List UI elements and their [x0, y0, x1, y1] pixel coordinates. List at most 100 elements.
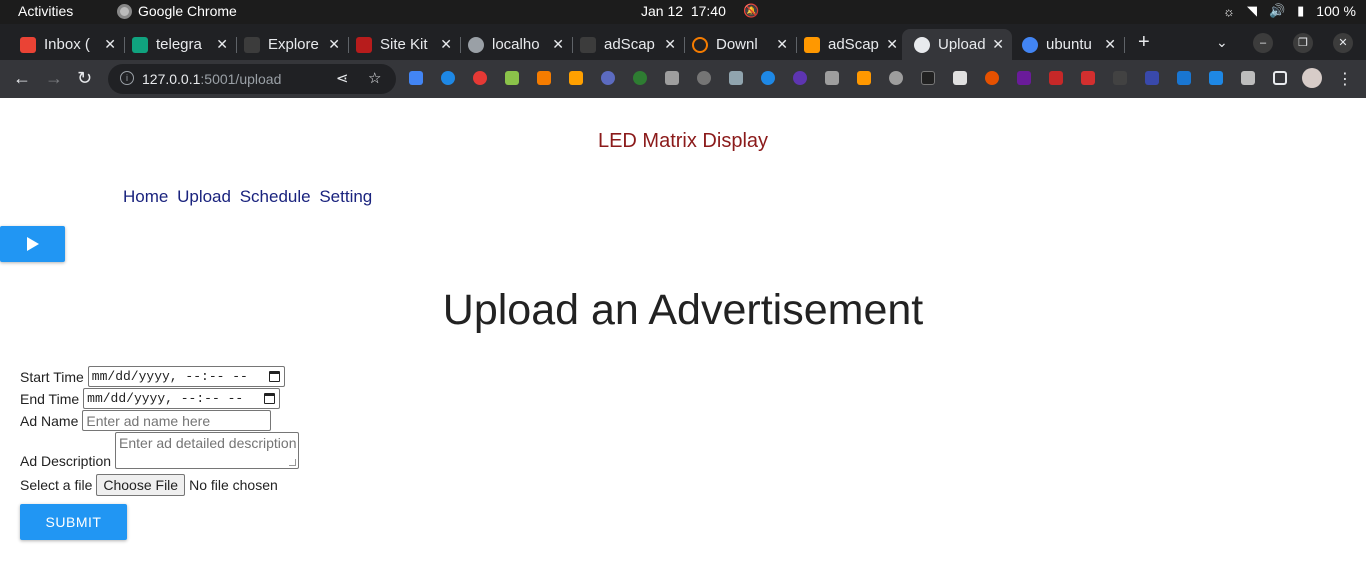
nav-link-upload[interactable]: Upload — [177, 187, 231, 206]
tab[interactable]: ubuntu ✕ — [1012, 29, 1125, 60]
google-icon — [1022, 36, 1038, 53]
clock[interactable]: Jan 12 17:40 — [641, 3, 726, 19]
globe-icon — [468, 36, 484, 53]
camera-extension-icon[interactable] — [665, 71, 679, 85]
address-bar[interactable]: i 127.0.0.1:5001/upload ⋖ ☆ — [108, 64, 396, 94]
start-time-input[interactable]: mm/dd/yyyy, --:-- -- — [87, 366, 285, 387]
u-extension-icon[interactable] — [1209, 71, 1223, 85]
end-time-input[interactable]: mm/dd/yyyy, --:-- -- — [83, 388, 281, 409]
close-icon[interactable]: ✕ — [992, 36, 1004, 53]
browser-toolbar: ← → ↻ i 127.0.0.1:5001/upload ⋖ ☆ ⋮ — [0, 60, 1366, 98]
activities-button[interactable]: Activities — [18, 3, 73, 19]
share-icon[interactable]: ⋖ — [336, 69, 349, 87]
drop-extension-icon[interactable] — [697, 71, 711, 85]
ad-name-input[interactable]: Enter ad name here — [82, 410, 272, 431]
youtube-extension-icon[interactable] — [1081, 71, 1095, 85]
battery-icon: ▮ — [1297, 3, 1305, 18]
chrome-icon — [117, 3, 132, 19]
chrome-menu-icon[interactable]: ⋮ — [1337, 69, 1353, 89]
start-time-value: mm/dd/yyyy, --:-- -- — [91, 369, 248, 384]
close-icon[interactable]: ✕ — [664, 36, 676, 53]
gear-extension-icon[interactable] — [601, 71, 615, 85]
purple-extension-icon[interactable] — [793, 71, 807, 85]
tag-extension-icon[interactable] — [1177, 71, 1191, 85]
tab[interactable]: localho ✕ — [460, 29, 573, 60]
tab-title: telegra — [156, 36, 202, 53]
start-time-row: Start Time mm/dd/yyyy, --:-- -- — [20, 366, 285, 387]
ad-description-label: Ad Description — [20, 453, 112, 469]
globe-extension-icon[interactable] — [441, 71, 455, 85]
blue-extension-icon[interactable] — [761, 71, 775, 85]
puzzle-extensions-icon[interactable] — [1241, 71, 1255, 85]
grammarly-extension-icon[interactable] — [857, 71, 871, 85]
tab[interactable]: Inbox (✕ — [12, 29, 125, 60]
tab-title: Downl — [716, 36, 758, 53]
tab-active[interactable]: Upload ✕ — [902, 29, 1012, 60]
url-path: :5001/upload — [200, 71, 282, 87]
close-icon[interactable]: ✕ — [328, 36, 340, 53]
indigo-extension-icon[interactable] — [1145, 71, 1159, 85]
restore-icon[interactable]: ❐ — [1293, 33, 1313, 53]
close-icon[interactable]: ✕ — [1104, 36, 1116, 53]
nav-link-home[interactable]: Home — [123, 187, 168, 206]
tab-separator — [1124, 37, 1125, 53]
tab[interactable]: Explore ✕ — [236, 29, 349, 60]
minimize-icon[interactable]: – — [1253, 33, 1273, 53]
qr-extension-icon[interactable] — [953, 71, 967, 85]
close-icon[interactable]: ✕ — [440, 36, 452, 53]
system-tray[interactable]: ☼ ◥ 🔊 ▮ 100 % — [1223, 3, 1356, 19]
bookmark-star-icon[interactable]: ☆ — [368, 69, 381, 87]
tab-search-icon[interactable]: ⌄ — [1216, 34, 1228, 51]
tab[interactable]: adScap ✕ — [796, 29, 906, 60]
back-icon[interactable]: ← — [13, 68, 31, 89]
site-info-icon[interactable]: i — [120, 71, 134, 85]
tab[interactable]: telegra ✕ — [124, 29, 237, 60]
time-text: 17:40 — [690, 3, 726, 19]
close-icon[interactable]: ✕ — [886, 36, 898, 53]
site-nav: Home Upload Schedule Setting — [123, 187, 376, 207]
forward-icon[interactable]: → — [45, 68, 63, 89]
nav-link-setting[interactable]: Setting — [319, 187, 372, 206]
wordpress-extension-icon[interactable] — [985, 71, 999, 85]
metamask-extension-icon[interactable] — [537, 71, 551, 85]
library-extension-icon[interactable] — [1017, 71, 1031, 85]
choose-file-button[interactable]: Choose File — [96, 474, 186, 496]
profile-avatar[interactable] — [1302, 68, 1322, 88]
circle-extension-icon[interactable] — [889, 71, 903, 85]
date-text: Jan 12 — [641, 3, 684, 19]
end-time-row: End Time mm/dd/yyyy, --:-- -- — [20, 388, 281, 409]
adblock-extension-icon[interactable] — [473, 71, 487, 85]
app-menu[interactable]: Google Chrome — [117, 3, 237, 19]
ad-name-label: Ad Name — [20, 412, 79, 429]
site-brand: LED Matrix Display — [597, 130, 769, 152]
screen-extension-icon[interactable] — [729, 71, 743, 85]
github-icon — [244, 36, 260, 53]
dark-extension-icon[interactable] — [1113, 71, 1127, 85]
side-panel-icon[interactable] — [1273, 71, 1287, 85]
rss-extension-icon[interactable] — [569, 71, 583, 85]
chart-extension-icon[interactable] — [1049, 71, 1063, 85]
tab[interactable]: Site Kit ✕ — [348, 29, 461, 60]
close-icon[interactable]: ✕ — [104, 36, 116, 53]
close-icon[interactable]: ✕ — [776, 36, 788, 53]
calendar-icon[interactable] — [264, 393, 276, 404]
nav-link-schedule[interactable]: Schedule — [240, 187, 311, 206]
grey-extension-icon[interactable] — [825, 71, 839, 85]
close-icon[interactable]: ✕ — [216, 36, 228, 53]
colorful-extension-icon[interactable] — [505, 71, 519, 85]
play-button[interactable] — [0, 226, 65, 262]
file-status: No file chosen — [189, 477, 278, 493]
end-time-label: End Time — [20, 390, 80, 407]
close-window-icon[interactable]: ✕ — [1333, 33, 1353, 53]
tab[interactable]: Downl ✕ — [684, 29, 797, 60]
green-extension-icon[interactable] — [633, 71, 647, 85]
close-icon[interactable]: ✕ — [552, 36, 564, 53]
calendar-icon[interactable] — [268, 371, 280, 382]
ad-description-textarea[interactable]: Enter ad detailed description — [115, 432, 300, 469]
tab[interactable]: adScap ✕ — [572, 29, 685, 60]
w-extension-icon[interactable] — [921, 71, 935, 85]
submit-button[interactable]: SUBMIT — [20, 504, 127, 540]
new-tab-button[interactable]: + — [1138, 31, 1150, 54]
translate-extension-icon[interactable] — [409, 71, 423, 85]
reload-icon[interactable]: ↻ — [77, 68, 92, 89]
